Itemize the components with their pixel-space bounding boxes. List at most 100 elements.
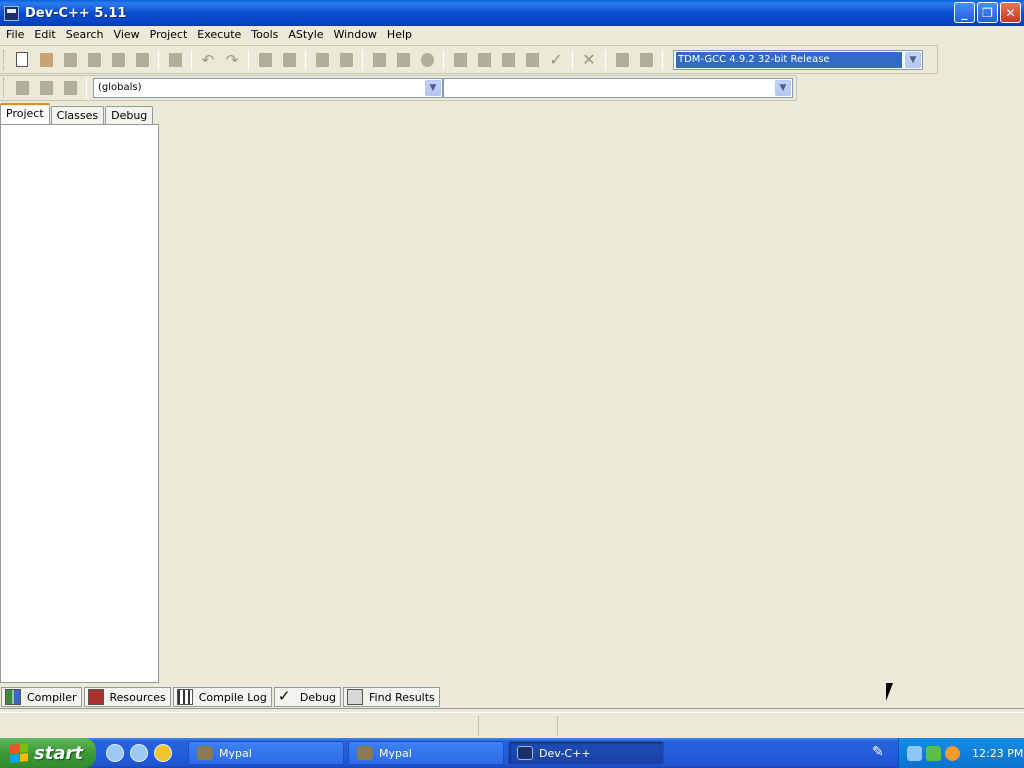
undo-icon[interactable]: ↶ bbox=[198, 50, 218, 70]
compiler-select[interactable]: TDM-GCC 4.9.2 32-bit Release ▼ bbox=[673, 49, 923, 70]
internet-explorer-icon[interactable] bbox=[106, 744, 124, 762]
tab-resources[interactable]: Resources bbox=[83, 687, 171, 707]
window-title: Dev-C++ 5.11 bbox=[25, 5, 127, 21]
tab-find-results[interactable]: Find Results bbox=[343, 687, 440, 707]
insert-icon[interactable] bbox=[12, 78, 32, 98]
comment-icon[interactable] bbox=[417, 50, 437, 70]
close-all-icon[interactable] bbox=[132, 50, 152, 70]
menu-tools[interactable]: Tools bbox=[246, 26, 283, 44]
title-bar[interactable]: Dev-C++ 5.11 _ ❐ ✕ bbox=[0, 0, 1024, 26]
windows-logo-icon bbox=[10, 743, 28, 763]
toggle-bookmark-icon[interactable] bbox=[36, 78, 56, 98]
profile-icon[interactable] bbox=[636, 50, 656, 70]
rebuild-icon[interactable] bbox=[522, 50, 542, 70]
goto-bookmark-icon[interactable] bbox=[60, 78, 80, 98]
network-icon[interactable] bbox=[907, 745, 922, 761]
compile-run-icon[interactable] bbox=[498, 50, 518, 70]
scope-select[interactable]: (globals) ▼ bbox=[93, 78, 443, 98]
tab-compile-log-label: Compile Log bbox=[198, 690, 267, 704]
window-controls: _ ❐ ✕ bbox=[954, 2, 1021, 23]
task-button-mypal-1[interactable]: Mypal bbox=[188, 741, 344, 765]
syntax-check-icon[interactable]: ✓ bbox=[546, 50, 566, 70]
scope-select-value: (globals) bbox=[98, 82, 142, 93]
compile-icon[interactable] bbox=[450, 50, 470, 70]
mouse-pointer-icon bbox=[886, 683, 893, 701]
indent-icon[interactable] bbox=[369, 50, 389, 70]
start-button[interactable]: start bbox=[0, 738, 96, 768]
tab-classes[interactable]: Classes bbox=[50, 106, 105, 125]
toolbar-grip[interactable] bbox=[3, 78, 7, 98]
symbol-select[interactable]: ▼ bbox=[443, 78, 793, 98]
menu-help[interactable]: Help bbox=[382, 26, 417, 44]
tab-resources-label: Resources bbox=[109, 690, 166, 704]
compiler-grid-icon bbox=[5, 689, 21, 705]
restore-icon[interactable]: ❐ bbox=[977, 2, 998, 23]
task-button-mypal-2[interactable]: Mypal bbox=[348, 741, 504, 765]
toolbar-separator bbox=[305, 49, 306, 70]
debug-icon[interactable] bbox=[612, 50, 632, 70]
close-file-icon[interactable] bbox=[108, 50, 128, 70]
print-icon[interactable] bbox=[165, 50, 185, 70]
menu-search[interactable]: Search bbox=[61, 26, 109, 44]
toolbar-separator bbox=[158, 49, 159, 70]
menu-project[interactable]: Project bbox=[145, 26, 193, 44]
redo-icon[interactable]: ↷ bbox=[222, 50, 242, 70]
unindent-icon[interactable] bbox=[393, 50, 413, 70]
start-label: start bbox=[34, 742, 83, 764]
compiler-select-value: TDM-GCC 4.9.2 32-bit Release bbox=[676, 51, 902, 68]
task-button-devcpp[interactable]: Dev-C++ bbox=[508, 741, 664, 765]
browser-icon[interactable] bbox=[130, 744, 148, 762]
chevron-down-icon[interactable]: ▼ bbox=[905, 51, 921, 68]
new-file-icon[interactable] bbox=[12, 50, 32, 70]
tab-compile-log[interactable]: Compile Log bbox=[172, 687, 272, 707]
menu-window[interactable]: Window bbox=[329, 26, 382, 44]
menu-edit[interactable]: Edit bbox=[29, 26, 60, 44]
devcpp-app-icon[interactable] bbox=[4, 5, 19, 21]
chevron-down-icon[interactable]: ▼ bbox=[425, 80, 441, 96]
taskbar: start Mypal Mypal Dev-C++ ✎ 12:23 PM bbox=[0, 738, 1024, 768]
main-toolbar: ↶ ↷ ✓ ✕ TDM-GCC 4.9.2 32-bit Release ▼ bbox=[0, 45, 938, 74]
stop-execution-icon[interactable]: ✕ bbox=[579, 50, 599, 70]
close-icon[interactable]: ✕ bbox=[1000, 2, 1021, 23]
open-file-icon[interactable] bbox=[36, 50, 56, 70]
tab-debug-output[interactable]: ✓ Debug bbox=[273, 687, 342, 707]
security-icon[interactable] bbox=[926, 745, 941, 761]
toolbar-separator bbox=[248, 49, 249, 70]
goto-icon[interactable] bbox=[312, 50, 332, 70]
search-icon[interactable] bbox=[945, 745, 960, 761]
toolbar-separator bbox=[191, 49, 192, 70]
save-icon[interactable] bbox=[60, 50, 80, 70]
media-player-icon[interactable] bbox=[154, 744, 172, 762]
task-label: Mypal bbox=[379, 746, 412, 760]
class-toolbar: (globals) ▼ ▼ bbox=[0, 75, 797, 101]
tab-project[interactable]: Project bbox=[0, 103, 50, 125]
toolbar-separator bbox=[605, 49, 606, 70]
find-icon[interactable] bbox=[255, 50, 275, 70]
tab-debug[interactable]: Debug bbox=[105, 106, 154, 125]
project-browser-panel[interactable] bbox=[0, 124, 159, 683]
menu-astyle[interactable]: AStyle bbox=[283, 26, 328, 44]
replace-icon[interactable] bbox=[279, 50, 299, 70]
clock[interactable]: 12:23 PM bbox=[972, 747, 1023, 760]
task-label: Dev-C++ bbox=[539, 746, 591, 760]
menu-bar: File Edit Search View Project Execute To… bbox=[0, 26, 1024, 44]
pen-input-icon[interactable]: ✎ bbox=[872, 744, 888, 760]
splitter[interactable] bbox=[0, 708, 1024, 713]
menu-view[interactable]: View bbox=[109, 26, 145, 44]
toolbar-separator bbox=[572, 49, 573, 70]
resources-icon bbox=[87, 689, 104, 705]
status-bar bbox=[0, 716, 1024, 738]
minimize-icon[interactable]: _ bbox=[954, 2, 975, 23]
run-icon[interactable] bbox=[474, 50, 494, 70]
toolbar-separator bbox=[86, 78, 87, 98]
mypal-icon bbox=[357, 746, 373, 760]
tab-compiler-label: Compiler bbox=[27, 690, 77, 704]
chevron-down-icon[interactable]: ▼ bbox=[775, 80, 791, 96]
goto-line-icon[interactable] bbox=[336, 50, 356, 70]
find-icon bbox=[347, 689, 364, 705]
menu-execute[interactable]: Execute bbox=[192, 26, 246, 44]
menu-file[interactable]: File bbox=[1, 26, 29, 44]
save-all-icon[interactable] bbox=[84, 50, 104, 70]
tab-compiler[interactable]: Compiler bbox=[1, 687, 82, 707]
toolbar-grip[interactable] bbox=[3, 49, 7, 70]
